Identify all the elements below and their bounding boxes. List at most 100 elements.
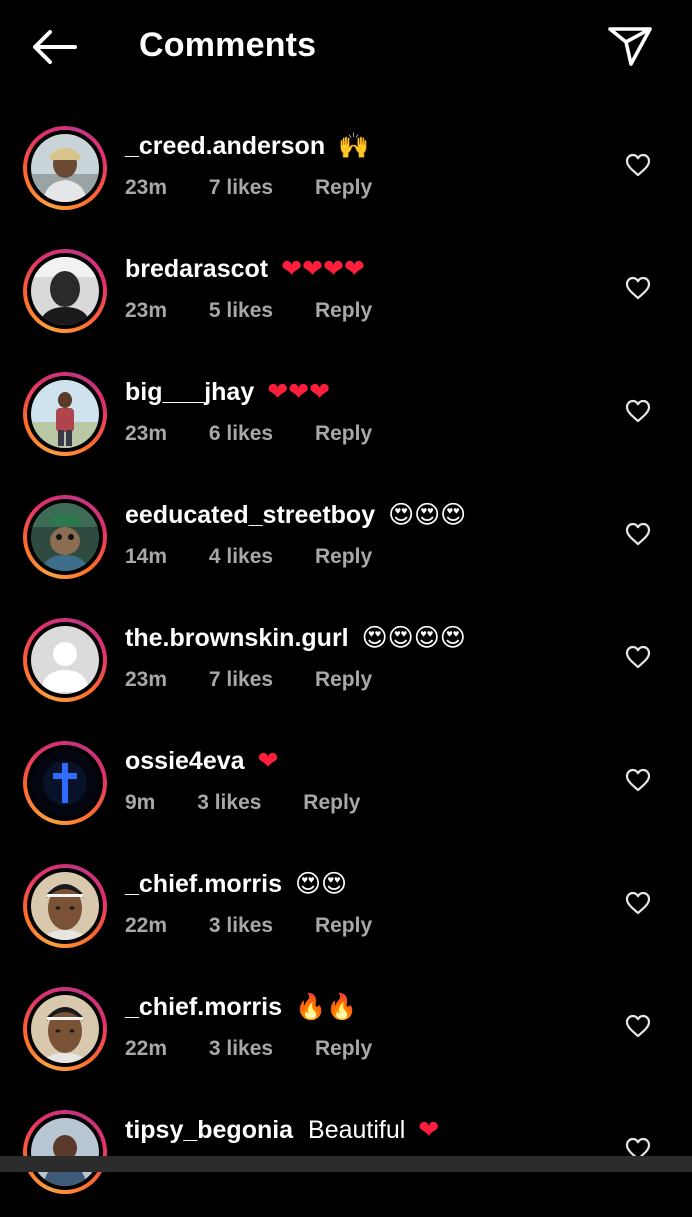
comment-meta: 22m 3 likes Reply <box>125 912 408 940</box>
comment-line: _creed.anderson 🙌 <box>125 130 369 162</box>
comment-likes-count[interactable]: 3 likes <box>209 914 273 937</box>
comment-row: ossie4eva ❤ 9m 3 likes Reply <box>0 725 692 848</box>
comment-meta: 23m 6 likes Reply <box>125 420 408 448</box>
avatar-image <box>31 995 99 1063</box>
comment-time: 14m <box>125 545 168 568</box>
heart-emoji-icon: ❤ <box>418 1115 440 1144</box>
comment-row: _creed.anderson 🙌 23m 7 likes Reply <box>0 110 692 233</box>
comment-likes-count[interactable]: 5 likes <box>209 299 273 322</box>
heart-outline-icon <box>625 399 651 423</box>
avatar-image <box>31 503 99 571</box>
comment-time: 23m <box>125 299 168 322</box>
comment-likes-count[interactable]: 4 likes <box>209 545 273 568</box>
like-button[interactable] <box>622 396 654 426</box>
avatar-ring-gap <box>27 991 103 1067</box>
avatar[interactable] <box>23 864 107 948</box>
comment-time: 22m <box>125 914 168 937</box>
comment-username[interactable]: eeducated_streetboy <box>125 501 375 529</box>
heart-emoji-icon: ❤❤❤ <box>267 377 331 406</box>
comment-username[interactable]: tipsy_begonia <box>125 1116 293 1144</box>
comment-likes-count[interactable]: 6 likes <box>209 422 273 445</box>
avatar[interactable] <box>23 1110 107 1194</box>
avatar-ring-gap <box>27 253 103 329</box>
comment-row: _chief.morris 😍😍 22m 3 likes Reply <box>0 848 692 971</box>
comment-likes-count[interactable]: 7 likes <box>209 668 273 691</box>
comment-meta: 23m 5 likes Reply <box>125 297 408 325</box>
comment-username[interactable]: ossie4eva <box>125 747 245 775</box>
comment-username[interactable]: the.brownskin.gurl <box>125 624 349 652</box>
comment-line: bredarascot ❤❤❤❤ <box>125 253 365 285</box>
comment-line: tipsy_begonia Beautiful ❤ <box>125 1114 439 1146</box>
reply-button[interactable]: Reply <box>315 422 372 445</box>
avatar-image <box>31 626 99 694</box>
comment-row: bredarascot ❤❤❤❤ 23m 5 likes Reply <box>0 233 692 356</box>
reply-button[interactable]: Reply <box>315 299 372 322</box>
like-button[interactable] <box>622 642 654 672</box>
avatar-image <box>31 134 99 202</box>
heart-emoji-icon: ❤❤❤❤ <box>281 254 365 283</box>
comment-line: eeducated_streetboy 😍😍😍 <box>125 499 466 531</box>
comment-time: 23m <box>125 422 168 445</box>
like-button[interactable] <box>622 519 654 549</box>
avatar-ring-gap <box>27 622 103 698</box>
heart-outline-icon <box>625 153 651 177</box>
comment-meta: 23m 7 likes Reply <box>125 666 408 694</box>
comment-username[interactable]: _chief.morris <box>125 870 282 898</box>
comment-meta: 14m 4 likes Reply <box>125 543 408 571</box>
avatar[interactable] <box>23 618 107 702</box>
reply-button[interactable]: Reply <box>315 668 372 691</box>
like-button[interactable] <box>622 765 654 795</box>
avatar-ring-gap <box>27 130 103 206</box>
avatar[interactable] <box>23 372 107 456</box>
reply-button[interactable]: Reply <box>315 545 372 568</box>
reply-button[interactable]: Reply <box>315 176 372 199</box>
avatar[interactable] <box>23 741 107 825</box>
comment-username[interactable]: big___jhay <box>125 378 254 406</box>
like-button[interactable] <box>622 888 654 918</box>
comment-username[interactable]: bredarascot <box>125 255 268 283</box>
paper-plane-icon <box>608 27 652 66</box>
comment-text: Beautiful <box>308 1116 406 1144</box>
heart-outline-icon <box>625 522 651 546</box>
like-button[interactable] <box>622 150 654 180</box>
comment-line: the.brownskin.gurl 😍😍😍😍 <box>125 622 466 654</box>
like-button[interactable] <box>622 273 654 303</box>
avatar-image <box>31 749 99 817</box>
avatar-image <box>31 1118 99 1186</box>
comment-username[interactable]: _chief.morris <box>125 993 282 1021</box>
share-button[interactable] <box>602 20 658 72</box>
reply-button[interactable]: Reply <box>315 1037 372 1060</box>
comment-line: ossie4eva ❤ <box>125 745 278 777</box>
comment-row: big___jhay ❤❤❤ 23m 6 likes Reply <box>0 356 692 479</box>
comment-likes-count[interactable]: 7 likes <box>209 176 273 199</box>
comment-row: eeducated_streetboy 😍😍😍 14m 4 likes Repl… <box>0 479 692 602</box>
emoji-icon: 😍😍 <box>294 869 348 898</box>
comment-line: _chief.morris 😍😍 <box>125 868 347 900</box>
comment-likes-count[interactable]: 3 likes <box>209 1037 273 1060</box>
emoji-icon: 🙌 <box>338 131 370 160</box>
like-button[interactable] <box>622 1011 654 1041</box>
bottom-edge <box>0 1156 692 1172</box>
avatar[interactable] <box>23 126 107 210</box>
heart-outline-icon <box>625 645 651 669</box>
avatar-image <box>31 380 99 448</box>
emoji-icon: 😍😍😍😍 <box>361 623 466 652</box>
comment-row: _chief.morris 🔥🔥 22m 3 likes Reply <box>0 971 692 1094</box>
comment-likes-count[interactable]: 3 likes <box>197 791 261 814</box>
comment-line: _chief.morris 🔥🔥 <box>125 991 357 1023</box>
comment-meta: 9m 3 likes Reply <box>125 789 396 817</box>
reply-button[interactable]: Reply <box>315 914 372 937</box>
avatar[interactable] <box>23 249 107 333</box>
heart-outline-icon <box>625 891 651 915</box>
comment-line: big___jhay ❤❤❤ <box>125 376 330 408</box>
back-button[interactable] <box>26 22 82 72</box>
emoji-icon: 🔥🔥 <box>294 992 358 1021</box>
avatar[interactable] <box>23 495 107 579</box>
avatar-ring-gap <box>27 1114 103 1190</box>
comment-username[interactable]: _creed.anderson <box>125 132 325 160</box>
avatar[interactable] <box>23 987 107 1071</box>
reply-button[interactable]: Reply <box>303 791 360 814</box>
comment-time: 9m <box>125 791 156 814</box>
page-title: Comments <box>139 26 317 64</box>
avatar-ring-gap <box>27 745 103 821</box>
